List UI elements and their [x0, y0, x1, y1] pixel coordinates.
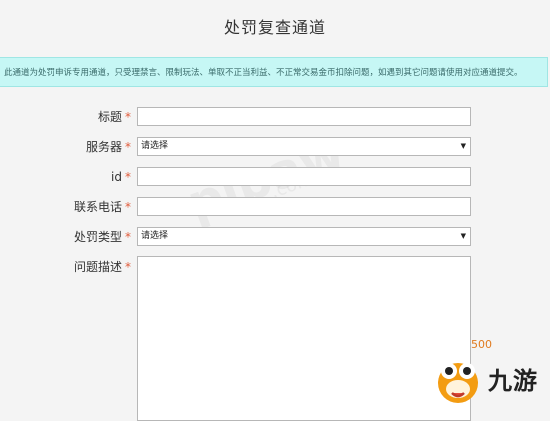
- form-row-title: 标题 *: [0, 107, 550, 127]
- description-label: 问题描述 *: [73, 260, 131, 274]
- description-textarea[interactable]: [137, 256, 471, 421]
- form-row-server: 服务器 * 请选择 ▼: [0, 137, 550, 157]
- jiuyou-logo: 九游: [432, 349, 550, 409]
- server-label: 服务器 *: [85, 140, 131, 154]
- chevron-down-icon: ▼: [460, 142, 466, 150]
- form-row-penalty-type: 处罚类型 * 请选择 ▼: [0, 227, 550, 247]
- title-label: 标题 *: [97, 110, 131, 124]
- form-row-id: id *: [0, 167, 550, 187]
- phone-label: 联系电话 *: [73, 200, 131, 214]
- penalty-type-select-value: 请选择: [141, 231, 169, 241]
- chevron-down-icon: ▼: [460, 232, 466, 240]
- notice-banner: 此通道为处罚申诉专用通道，只受理禁言、限制玩法、单取不正当利益、不正常交易金币扣…: [0, 57, 548, 87]
- server-select[interactable]: 请选择 ▼: [137, 137, 471, 156]
- page-title: 处罚复查通道: [223, 18, 326, 37]
- form-row-phone: 联系电话 *: [0, 197, 550, 217]
- server-select-value: 请选择: [141, 141, 169, 151]
- phone-input[interactable]: [137, 197, 471, 216]
- logo-text: 九游: [488, 367, 538, 395]
- penalty-type-select[interactable]: 请选择 ▼: [137, 227, 471, 246]
- penalty-type-label: 处罚类型 *: [73, 230, 131, 244]
- title-input[interactable]: [137, 107, 471, 126]
- id-input[interactable]: [137, 167, 471, 186]
- mascot-icon: [438, 363, 478, 403]
- id-label: id *: [111, 170, 131, 184]
